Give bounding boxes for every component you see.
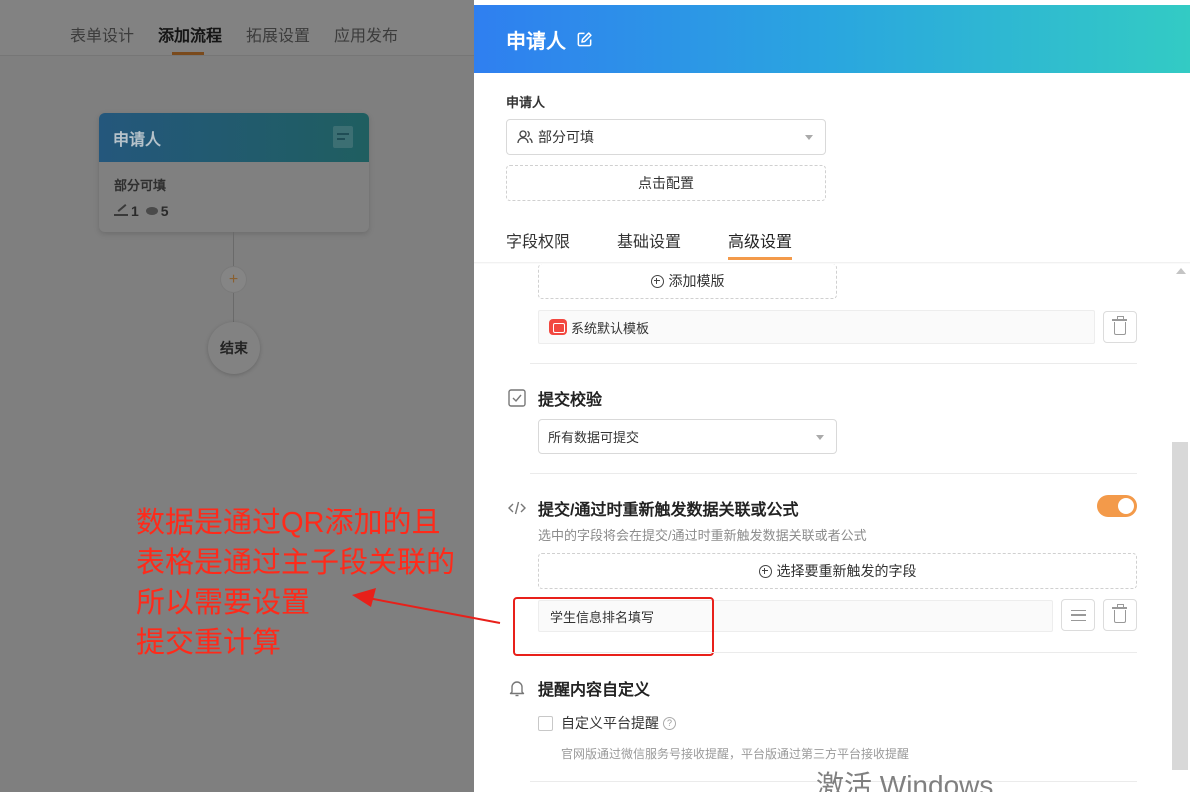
- applicant-label: 申请人: [506, 95, 546, 110]
- tab-form-design[interactable]: 表单设计: [70, 22, 134, 46]
- delete-template-button[interactable]: [1103, 311, 1137, 343]
- custom-remind-row: 自定义平台提醒 ?: [538, 713, 676, 733]
- drawer-header: 申请人: [474, 5, 1190, 73]
- choose-fields-button[interactable]: 选择要重新触发的字段: [538, 553, 1137, 589]
- template-icon: [549, 319, 567, 335]
- add-node-button[interactable]: +: [220, 266, 247, 293]
- node-body: 部分可填 1 5: [99, 162, 369, 232]
- applicant-select-value: 部分可填: [538, 129, 594, 145]
- active-tab-underline: [172, 52, 204, 55]
- tab-add-flow[interactable]: 添加流程: [158, 22, 222, 46]
- pen-icon: [114, 206, 128, 216]
- connector-line: [233, 232, 234, 266]
- windows-watermark: 激活 Windows: [816, 770, 994, 792]
- custom-remind-checkbox[interactable]: [538, 715, 553, 731]
- users-icon: [517, 130, 533, 144]
- annotation-line: 数据是通过QR添加的且: [136, 507, 441, 539]
- config-button[interactable]: 点击配置: [506, 165, 826, 201]
- drawer-tabs: 字段权限 基础设置 高级设置: [506, 228, 839, 262]
- delete-field-button[interactable]: [1103, 599, 1137, 631]
- retrigger-toggle[interactable]: [1097, 495, 1137, 517]
- divider: [530, 473, 1137, 474]
- flow-canvas: 表单设计 添加流程 拓展设置 应用发布 申请人 部分可填 1 5 + 结束: [0, 0, 474, 792]
- node-subtitle: 部分可填: [114, 178, 167, 193]
- submit-verify-section: 提交校验: [508, 386, 602, 410]
- chevron-down-icon: [805, 135, 813, 140]
- scroll-up-arrow[interactable]: [1176, 268, 1186, 274]
- default-template-row[interactable]: 系统默认模板: [538, 310, 1095, 344]
- edit-count: 1: [131, 203, 139, 219]
- tab-basic-settings[interactable]: 基础设置: [617, 228, 681, 260]
- field-drag-button[interactable]: [1061, 599, 1095, 631]
- annotation-text: 数据是通过QR添加的且 表格是通过主子段关联的 所以需要设置 提交重计算: [136, 503, 455, 663]
- default-template-label: 系统默认模板: [571, 320, 650, 336]
- annotation-line: 所以需要设置: [136, 587, 311, 619]
- remind-hint: 官网版通过微信服务号接收提醒，平台版通过第三方平台接收提醒: [561, 747, 910, 761]
- settings-drawer: 申请人 申请人 部分可填 点击配置 字段权限 基础设置 高级设置 添加模版 系统…: [474, 0, 1190, 792]
- submit-verify-select[interactable]: 所有数据可提交: [538, 419, 837, 454]
- eye-icon: [145, 207, 158, 215]
- bell-icon: [509, 681, 525, 697]
- remind-section: 提醒内容自定义: [508, 676, 650, 700]
- menu-icon: [1070, 609, 1086, 621]
- plus-circle-icon: [758, 564, 772, 578]
- submit-verify-value: 所有数据可提交: [548, 430, 640, 445]
- code-icon: [508, 501, 526, 515]
- retrigger-title: 提交/通过时重新触发数据关联或公式: [538, 502, 799, 519]
- add-template-button[interactable]: 添加模版: [538, 264, 837, 299]
- checkbox-checked-icon: [508, 389, 526, 407]
- drawer-title: 申请人: [506, 30, 566, 53]
- end-node: 结束: [208, 322, 260, 374]
- tab-extension-settings[interactable]: 拓展设置: [246, 22, 310, 46]
- document-icon: [333, 126, 353, 148]
- plus-circle-icon: [650, 274, 664, 288]
- remind-title: 提醒内容自定义: [538, 682, 651, 699]
- retrigger-section: 提交/通过时重新触发数据关联或公式: [508, 496, 798, 520]
- choose-fields-label: 选择要重新触发的字段: [776, 563, 917, 579]
- node-title: 申请人: [113, 131, 162, 149]
- divider: [530, 363, 1137, 364]
- custom-remind-label: 自定义平台提醒: [561, 715, 659, 731]
- applicant-select[interactable]: 部分可填: [506, 119, 826, 155]
- retrigger-description: 选中的字段将会在提交/通过时重新触发数据关联或者公式: [538, 528, 867, 543]
- divider: [530, 652, 1137, 653]
- view-count: 5: [160, 203, 169, 219]
- tab-field-permissions[interactable]: 字段权限: [506, 228, 570, 260]
- applicant-node[interactable]: 申请人 部分可填 1 5: [99, 113, 369, 232]
- node-header: 申请人: [99, 113, 369, 162]
- scrollbar-thumb[interactable]: [1172, 442, 1188, 770]
- edit-icon[interactable]: [576, 31, 593, 48]
- annotation-line: 提交重计算: [136, 627, 282, 659]
- help-icon[interactable]: ?: [663, 716, 676, 730]
- annotation-highlight-box: [513, 597, 714, 656]
- top-nav: 表单设计 添加流程 拓展设置 应用发布: [0, 0, 474, 56]
- submit-verify-title: 提交校验: [538, 392, 603, 409]
- node-stats: 1 5: [114, 203, 354, 219]
- trash-icon: [1112, 316, 1127, 335]
- connector-line: [233, 293, 234, 322]
- annotation-line: 表格是通过主子段关联的: [136, 547, 456, 579]
- tab-app-publish[interactable]: 应用发布: [334, 22, 398, 46]
- trash-icon: [1112, 604, 1127, 623]
- chevron-down-icon: [816, 434, 824, 440]
- add-template-label: 添加模版: [668, 273, 725, 289]
- tab-advanced-settings[interactable]: 高级设置: [728, 228, 793, 260]
